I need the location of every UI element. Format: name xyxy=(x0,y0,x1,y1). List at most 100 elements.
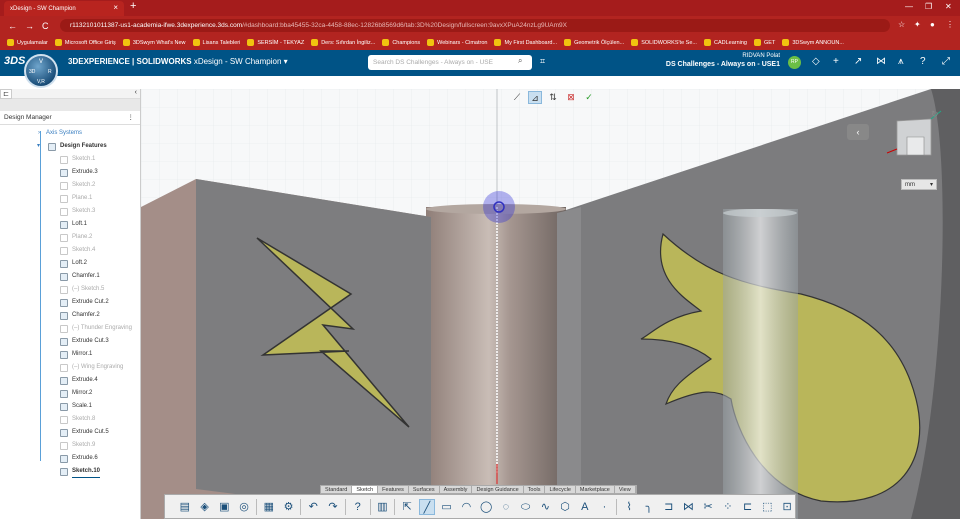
bookmark-item[interactable]: SERSİM - TEKYAZ xyxy=(247,39,304,46)
bookmark-item[interactable]: 3DSwym ANNOUN... xyxy=(782,39,844,46)
tree-item[interactable]: Sketch.10 xyxy=(0,465,140,478)
command-tab[interactable]: Surfaces xyxy=(409,486,440,493)
tree-item[interactable]: Sketch.3 xyxy=(0,205,140,218)
bookmark-item[interactable]: Uygulamalar xyxy=(7,39,48,46)
center-cylinder[interactable] xyxy=(426,207,566,519)
3d-model-canvas[interactable]: ↻ xyxy=(141,89,960,519)
collapse-panel-icon[interactable]: ‹ xyxy=(135,89,137,96)
convert-icon[interactable]: ⊏ xyxy=(740,499,756,515)
open-icon[interactable]: ◈ xyxy=(197,499,213,515)
bookmark-star-icon[interactable]: ☆ xyxy=(898,20,905,29)
offset-icon[interactable]: ⊐ xyxy=(661,499,677,515)
panel-menu-icon[interactable]: ⋮ xyxy=(128,111,135,125)
profile-icon[interactable]: ● xyxy=(930,20,935,29)
command-tab[interactable]: View xyxy=(615,486,636,493)
add-icon[interactable]: + xyxy=(833,56,839,67)
minimize-icon[interactable]: — xyxy=(905,2,913,11)
ellipse-icon[interactable]: ⬭ xyxy=(518,499,534,515)
save-icon[interactable]: ▣ xyxy=(216,499,232,515)
reload-icon[interactable]: C xyxy=(42,21,49,31)
spline-icon[interactable]: ∿ xyxy=(537,499,553,515)
command-tab[interactable]: Assembly xyxy=(440,486,473,493)
cut-icon[interactable]: ✂ xyxy=(700,499,716,515)
accept-sketch-icon[interactable]: ✓ xyxy=(582,91,596,104)
bookmark-item[interactable]: GET xyxy=(754,39,775,46)
bookmark-item[interactable]: My First Dashboard... xyxy=(494,39,557,46)
command-tab[interactable]: Sketch xyxy=(352,486,379,493)
url-field[interactable]: r1132101011387-us1-academia-ifwe.3dexper… xyxy=(60,19,890,32)
apps-icon[interactable]: ⩚ xyxy=(898,56,904,67)
point-icon[interactable]: · xyxy=(597,499,613,515)
circle-3pt-icon[interactable]: ◌ xyxy=(498,499,514,515)
sketch-options-icon[interactable]: ⊡ xyxy=(779,499,795,515)
ds-logo-icon[interactable]: 3DS xyxy=(4,55,25,67)
fillet-icon[interactable]: ╮ xyxy=(641,499,657,515)
tree-item[interactable]: ▾ Design Features xyxy=(0,140,140,153)
bookmark-item[interactable]: Geometrik Ölçülen... xyxy=(564,39,624,46)
tree-item[interactable]: Extrude.6 xyxy=(0,452,140,465)
tree-item[interactable]: Plane.2 xyxy=(0,231,140,244)
sketch-icon[interactable]: ▥ xyxy=(375,499,391,515)
command-tab[interactable]: Standard xyxy=(321,486,353,493)
tag-icon[interactable]: ⌗ xyxy=(540,56,545,67)
help-icon[interactable]: ? xyxy=(350,499,366,515)
settings-gear-icon[interactable]: ⚙ xyxy=(281,499,297,515)
tree-item[interactable]: Scale.1 xyxy=(0,400,140,413)
sketch-line-icon[interactable]: ⊿ xyxy=(528,91,542,104)
redo-icon[interactable]: ↷ xyxy=(325,499,341,515)
back-button[interactable]: ‹ xyxy=(847,124,869,140)
tree-item[interactable]: Sketch.9 xyxy=(0,439,140,452)
pattern-icon[interactable]: ⁘ xyxy=(720,499,736,515)
command-tab[interactable]: Features xyxy=(378,486,409,493)
save-options-icon[interactable]: ◎ xyxy=(236,499,252,515)
arc-icon[interactable]: ◠ xyxy=(459,499,475,515)
share-icon[interactable]: ↗ xyxy=(854,56,862,67)
browser-menu-icon[interactable]: ⋮ xyxy=(946,20,954,29)
polygon-icon[interactable]: ⬡ xyxy=(557,499,573,515)
command-tab[interactable]: Tools xyxy=(524,486,546,493)
avatar[interactable]: RP xyxy=(788,56,801,69)
new-tab-button[interactable]: + xyxy=(130,0,136,12)
tree-item[interactable]: Loft.2 xyxy=(0,257,140,270)
browser-tab[interactable]: xDesign - SW Champion × xyxy=(4,1,124,16)
tag-topic-icon[interactable]: ◇ xyxy=(812,56,820,67)
command-tab[interactable]: Lifecycle xyxy=(545,486,576,493)
maximize-icon[interactable]: ❐ xyxy=(925,2,932,11)
selection-highlight[interactable] xyxy=(483,191,515,223)
view-cube-rotate-icon[interactable]: ↻ xyxy=(931,109,939,119)
tree-item[interactable]: Chamfer.1 xyxy=(0,270,140,283)
tree-item[interactable]: (–) Sketch.5 xyxy=(0,283,140,296)
network-icon[interactable]: ⋈ xyxy=(876,56,886,67)
tree-item[interactable]: Chamfer.2 xyxy=(0,309,140,322)
tree-item[interactable]: Extrude.3 xyxy=(0,166,140,179)
tree-item[interactable]: Loft.1 xyxy=(0,218,140,231)
tree-item[interactable]: Extrude Cut.2 xyxy=(0,296,140,309)
undo-icon[interactable]: ↶ xyxy=(305,499,321,515)
bookmark-item[interactable]: CADLearning xyxy=(703,39,747,46)
bookmark-item[interactable]: Ders: Sıfırdan İngiliz... xyxy=(311,39,375,46)
forward-icon[interactable]: → xyxy=(25,21,34,31)
circle-icon[interactable]: ◯ xyxy=(478,499,494,515)
fullscreen-icon[interactable]: ⤢ xyxy=(942,56,950,67)
mirror-icon[interactable]: ⋈ xyxy=(681,499,697,515)
cancel-sketch-icon[interactable]: ⊠ xyxy=(564,91,578,104)
help-icon[interactable]: ? xyxy=(920,56,926,67)
command-tab[interactable]: Marketplace xyxy=(576,486,615,493)
tree-item[interactable]: Sketch.1 xyxy=(0,153,140,166)
3d-viewport[interactable]: ↻ ⟋ ⊿ ⇅ ⊠ ✓ ‹ mm ▾ xyxy=(141,89,960,519)
rectangle-icon[interactable]: ▭ xyxy=(439,499,455,515)
tree-item[interactable]: Mirror.1 xyxy=(0,348,140,361)
tree-item[interactable]: Extrude Cut.3 xyxy=(0,335,140,348)
tree-item[interactable]: Mirror.2 xyxy=(0,387,140,400)
tree-item[interactable]: Extrude Cut.5 xyxy=(0,426,140,439)
back-icon[interactable]: ← xyxy=(8,21,17,31)
command-tab[interactable]: Design Guidance xyxy=(472,486,524,493)
tenant-selector[interactable]: DS Challenges - Always on - USE1 xyxy=(640,61,780,68)
compass-widget[interactable]: V 3D R V,R xyxy=(24,54,58,88)
tree-item[interactable]: Plane.1 xyxy=(0,192,140,205)
tree-item[interactable]: Sketch.4 xyxy=(0,244,140,257)
extensions-icon[interactable]: ✦ xyxy=(914,20,921,29)
tree-item[interactable]: (–) Thunder Engraving xyxy=(0,322,140,335)
lifecycle-icon[interactable]: ▦ xyxy=(261,499,277,515)
tree-item[interactable]: Extrude.4 xyxy=(0,374,140,387)
